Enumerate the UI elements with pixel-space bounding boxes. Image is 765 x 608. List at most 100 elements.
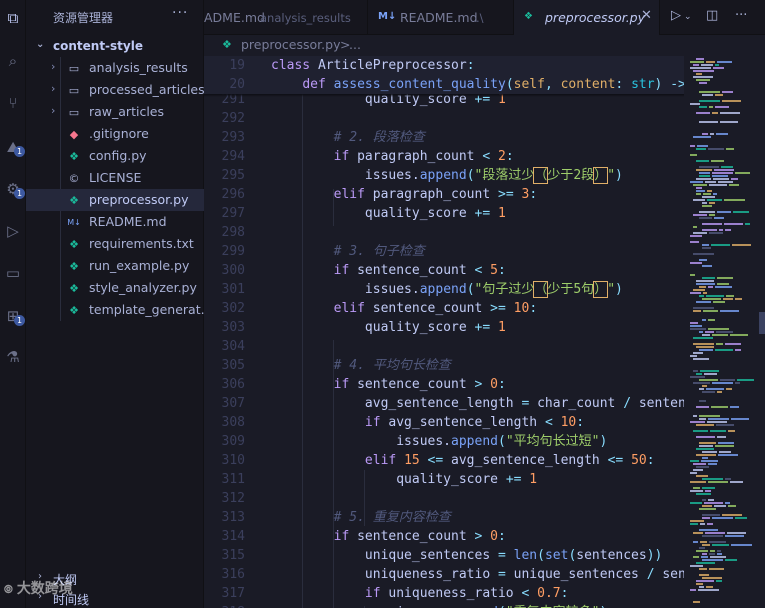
code-text: if sentence_count > 0:: [333, 529, 506, 544]
minimap-line: [699, 400, 706, 402]
code-text: if uniqueness_ratio < 0.7:: [364, 586, 569, 601]
minimap-line: [722, 514, 742, 516]
tree-folder[interactable]: › ▭ raw_articles: [26, 101, 204, 123]
code-line: 305 # 4. 平均句长检查: [204, 356, 684, 375]
minimap-line: [715, 94, 723, 96]
minimap-line: [693, 214, 707, 216]
more-actions-icon[interactable]: ···: [735, 8, 747, 23]
minimap-line: [696, 79, 710, 81]
workspace-root[interactable]: ⌄ content-style: [26, 37, 204, 57]
watermark: ⦾ 大数跨境: [4, 578, 73, 598]
minimap[interactable]: [684, 56, 765, 608]
search-icon[interactable]: ⌕: [3, 51, 23, 71]
minimap-line: [701, 64, 713, 66]
code-text: quality_score += 1: [271, 472, 538, 487]
minimap-line: [693, 310, 701, 312]
explorer-title: 资源管理器: [53, 11, 114, 25]
minimap-line: [702, 334, 710, 336]
minimap-line: [737, 379, 754, 381]
minimap-line: [702, 457, 708, 459]
minimap-line: [699, 442, 716, 444]
tree-file[interactable]: ❖ config.py: [26, 145, 204, 167]
tree-file[interactable]: ❖ run_example.py: [26, 255, 204, 277]
minimap-line: [702, 505, 712, 507]
tree-folder[interactable]: › ▭ analysis_results: [26, 57, 204, 79]
breadcrumb-file[interactable]: preprocessor.py: [241, 37, 340, 52]
line-number: 298: [221, 225, 245, 240]
line-number: 317: [221, 586, 245, 601]
testing-icon[interactable]: ⚗: [3, 347, 23, 367]
minimap-line: [702, 514, 720, 516]
minimap-line: [723, 298, 733, 300]
minimap-line: [693, 307, 714, 309]
minimap-line: [699, 175, 710, 177]
minimap-line: [699, 166, 719, 168]
minimap-line: [690, 235, 702, 237]
code-text: class ArticlePreprocessor:: [271, 58, 475, 73]
tree-file[interactable]: ◆ .gitignore: [26, 123, 204, 145]
chevron-down-icon[interactable]: ⌄: [684, 12, 692, 22]
minimap-line: [709, 232, 723, 234]
minimap-line: [699, 82, 707, 84]
folder-icon: ▭: [68, 61, 80, 75]
minimap-line: [702, 544, 710, 546]
minimap-line: [713, 178, 729, 180]
minimap-line: [708, 148, 724, 150]
minimap-line: [711, 244, 730, 246]
code-line: 20 def assess_content_quality(self, cont…: [204, 75, 684, 94]
code-line: 296 elif paragraph_count >= 3:: [204, 185, 684, 204]
code-line: 19 class ArticlePreprocessor:: [204, 56, 684, 75]
minimap-line: [708, 319, 715, 321]
code-text: quality_score += 1: [271, 206, 506, 221]
minimap-line: [702, 202, 707, 204]
tab-readme[interactable]: M↓ README.md .\: [368, 0, 514, 35]
source-control-icon[interactable]: ⑂: [3, 93, 23, 113]
tree-item-label: LICENSE: [89, 170, 142, 185]
minimap-line: [708, 499, 714, 501]
minimap-line: [703, 193, 711, 195]
tree-file[interactable]: M↓ README.md: [26, 211, 204, 233]
minimap-line: [719, 451, 731, 453]
python-icon: ❖: [69, 303, 79, 317]
minimap-line: [725, 478, 731, 480]
tree-file[interactable]: ❖ template_generat...: [26, 299, 204, 321]
minimap-line: [690, 523, 698, 525]
python-icon: ❖: [222, 38, 232, 51]
tree-item-label: processed_articles: [89, 82, 204, 97]
minimap-line: [727, 532, 746, 534]
minimap-line: [701, 556, 708, 558]
more-actions-icon[interactable]: ···: [172, 5, 188, 21]
run-icon[interactable]: ▷: [671, 8, 681, 23]
tab-preprocessor[interactable]: ❖ preprocessor.py ✕: [514, 0, 660, 35]
minimap-line: [712, 517, 733, 519]
minimap-line: [709, 106, 713, 108]
minimap-line: [713, 301, 725, 303]
tree-file[interactable]: ❖ requirements.txt: [26, 233, 204, 255]
minimap-line: [718, 181, 733, 183]
minimap-line: [716, 343, 723, 345]
split-editor-icon[interactable]: ◫: [706, 8, 718, 23]
tab-readme-analysis-results[interactable]: ADME.md analysis_results: [204, 0, 368, 35]
tree-file[interactable]: ❖ style_analyzer.py: [26, 277, 204, 299]
code-line: 314 if sentence_count > 0:: [204, 527, 684, 546]
minimap-line: [693, 415, 697, 417]
minimap-line: [690, 376, 705, 378]
tree-folder[interactable]: › ▭ processed_articles: [26, 79, 204, 101]
scrollbar-thumb[interactable]: [759, 312, 765, 334]
minimap-line: [696, 178, 711, 180]
breadcrumb-symbol[interactable]: ...: [349, 37, 361, 52]
close-icon[interactable]: ✕: [641, 8, 652, 23]
notification-badge: 1: [14, 315, 25, 326]
minimap-line: [696, 112, 710, 114]
python-icon: ❖: [69, 193, 79, 207]
minimap-line: [715, 64, 719, 66]
tree-file[interactable]: © LICENSE: [26, 167, 204, 189]
code-editor[interactable]: 291 quality_score += 1 292 293 # 2. 段落检查 29…: [204, 56, 684, 608]
python-icon: ❖: [69, 237, 79, 251]
remote-explorer-icon[interactable]: ▭: [3, 263, 23, 283]
explorer-icon[interactable]: ⧉: [3, 8, 23, 28]
minimap-line: [693, 253, 714, 255]
minimap-line: [699, 586, 704, 588]
tree-file[interactable]: ❖ preprocessor.py: [26, 189, 204, 211]
run-debug-icon[interactable]: ▷: [3, 221, 23, 241]
